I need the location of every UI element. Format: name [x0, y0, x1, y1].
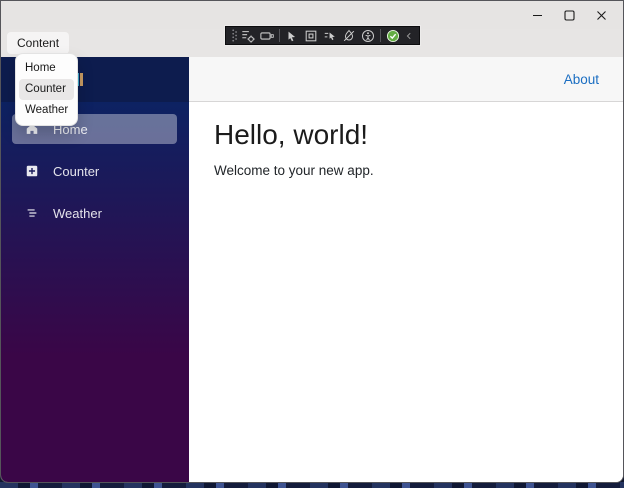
close-icon	[596, 10, 606, 20]
minimize-icon	[532, 14, 542, 16]
enable-selection-button[interactable]	[283, 27, 301, 44]
brand-clipped-mark	[80, 73, 83, 86]
grip-handle-icon[interactable]	[230, 27, 238, 44]
about-link[interactable]: About	[564, 72, 599, 87]
page-heading: Hello, world!	[214, 119, 369, 150]
chevron-left-icon	[406, 32, 411, 39]
dropdown-item-home[interactable]: Home	[19, 58, 74, 79]
maximize-button[interactable]	[553, 1, 585, 29]
sidebar-item-label: Weather	[53, 205, 102, 221]
dropdown-item-counter[interactable]: Counter	[19, 79, 74, 100]
accessibility-checker-button[interactable]	[359, 27, 377, 44]
content-dropdown: Home Counter Weather	[15, 53, 78, 126]
collapse-toolbar-button[interactable]	[403, 27, 415, 44]
main-area: About Hello, world! Welcome to your new …	[189, 57, 623, 482]
desktop-background: Content Home Counter Weather About Hello…	[0, 0, 624, 488]
sidebar-item-counter[interactable]: Counter	[12, 156, 177, 186]
app-content: Home Counter Weather About Hello, world!…	[1, 57, 623, 482]
titlebar[interactable]	[1, 1, 623, 29]
layout-adorners-icon	[305, 30, 317, 41]
welcome-text: Welcome to your new app.	[214, 163, 374, 178]
menu-item-content[interactable]: Content	[7, 32, 70, 54]
hot-reload-status-button[interactable]	[384, 27, 402, 44]
plus-square-icon	[26, 165, 38, 177]
dropdown-item-weather[interactable]: Weather	[19, 100, 74, 121]
minimize-button[interactable]	[521, 1, 553, 29]
xaml-live-preview-button[interactable]	[258, 27, 276, 44]
sidebar-item-label: Counter	[53, 163, 100, 179]
toolbar-separator	[380, 29, 381, 42]
live-visual-tree-button[interactable]	[239, 27, 257, 44]
sidebar-item-weather[interactable]: Weather	[12, 198, 177, 228]
list-icon	[27, 209, 37, 217]
live-visual-tree-icon	[242, 30, 255, 43]
xaml-live-preview-icon	[260, 31, 274, 40]
display-layout-adorners-button[interactable]	[302, 27, 320, 44]
maximize-icon	[563, 9, 575, 21]
accessibility-icon	[362, 29, 374, 42]
debug-toolbar	[225, 26, 420, 45]
selection-cursor-icon	[288, 31, 296, 41]
app-window: Content Home Counter Weather About Hello…	[0, 0, 624, 483]
hot-reload-disabled-button[interactable]	[340, 27, 358, 44]
track-focused-element-button[interactable]	[321, 27, 339, 44]
check-circle-icon	[386, 29, 400, 42]
track-focus-icon	[324, 32, 335, 40]
hot-reload-off-icon	[343, 29, 355, 41]
close-button[interactable]	[585, 1, 617, 29]
page-content: Hello, world! Welcome to your new app.	[189, 102, 623, 195]
top-row: About	[189, 57, 623, 102]
window-controls	[521, 1, 617, 29]
toolbar-separator	[279, 29, 280, 42]
